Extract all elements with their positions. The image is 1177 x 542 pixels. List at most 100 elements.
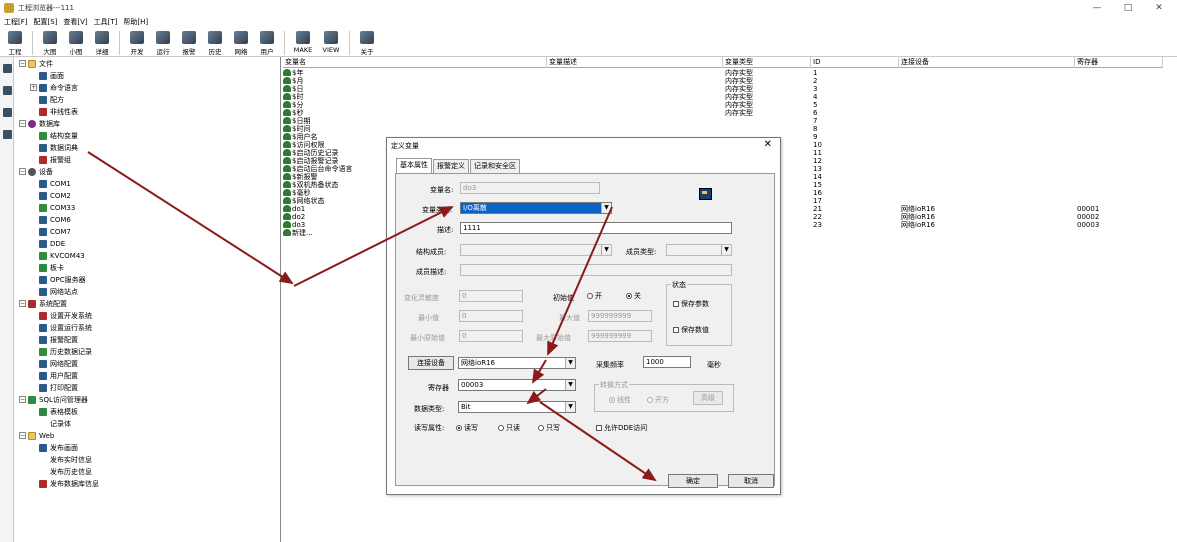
- table-row[interactable]: $秒 内存实型 6: [283, 109, 1163, 117]
- var-type-select[interactable]: I/O离散 ▼: [460, 202, 612, 214]
- tab-alarm[interactable]: 报警定义: [433, 159, 469, 173]
- table-row[interactable]: $日期 7: [283, 117, 1163, 125]
- init-on-radio[interactable]: 开: [587, 291, 602, 301]
- tree-item-device[interactable]: 网络站点: [39, 287, 78, 296]
- tree-item-alarm-group[interactable]: 报警组: [39, 155, 71, 164]
- toolbar-details-button[interactable]: 详细: [89, 29, 115, 56]
- tree-item-sql[interactable]: 记录体: [39, 419, 71, 428]
- min-raw-field[interactable]: 0: [459, 330, 523, 342]
- tree-item-device[interactable]: COM2: [39, 191, 71, 200]
- tree-item-device[interactable]: COM6: [39, 215, 71, 224]
- column-header-register[interactable]: 寄存器: [1075, 57, 1163, 68]
- tree-item-web[interactable]: 发布数据库信息: [39, 479, 99, 488]
- linear-radio[interactable]: 线性: [609, 395, 631, 405]
- wo-radio[interactable]: 只写: [538, 423, 560, 433]
- tree-item-command[interactable]: + 命令语言: [30, 83, 78, 92]
- tree-item-config[interactable]: 历史数据记录: [39, 347, 92, 356]
- table-row[interactable]: $年 内存实型 1: [283, 69, 1163, 77]
- tree-item-device[interactable]: COM1: [39, 179, 71, 188]
- table-row[interactable]: $时 内存实型 4: [283, 93, 1163, 101]
- collapse-icon[interactable]: −: [19, 300, 26, 307]
- tree-item-config[interactable]: 网络配置: [39, 359, 78, 368]
- tree-item-web[interactable]: 发布画面: [39, 443, 78, 452]
- toolbar-history-button[interactable]: 历史: [202, 29, 228, 56]
- toolbar-develop-button[interactable]: 开发: [124, 29, 150, 56]
- menu-tools[interactable]: 工具[T]: [94, 17, 118, 27]
- collapse-icon[interactable]: −: [19, 396, 26, 403]
- member-desc-field[interactable]: [460, 264, 732, 276]
- minimize-button[interactable]: —: [1085, 0, 1109, 16]
- collapse-icon[interactable]: −: [19, 168, 26, 175]
- variable-browser-icon[interactable]: [699, 188, 712, 200]
- connect-device-select[interactable]: 网络ioR16 ▼: [458, 357, 576, 369]
- tree-node-device[interactable]: − 设备: [19, 167, 53, 176]
- column-header-type[interactable]: 变量类型: [723, 57, 811, 68]
- tree-item-data-dict[interactable]: 数据词典: [39, 143, 78, 152]
- min-field[interactable]: 0: [459, 310, 523, 322]
- tree-node-sql[interactable]: − SQL访问管理器: [19, 395, 88, 404]
- tab-record-security[interactable]: 记录和安全区: [470, 159, 520, 173]
- ok-button[interactable]: 确定: [668, 474, 718, 488]
- connect-device-button[interactable]: 连接设备: [408, 356, 454, 370]
- side-tab-system[interactable]: [0, 57, 14, 79]
- tree-item-device[interactable]: COM33: [39, 203, 75, 212]
- member-type-select[interactable]: ▼: [666, 244, 732, 256]
- register-combo[interactable]: 00003 ▼: [458, 379, 576, 391]
- desc-field[interactable]: 1111: [460, 222, 732, 234]
- dialog-close-button[interactable]: ✕: [764, 139, 772, 150]
- side-tab-screens[interactable]: [0, 123, 14, 145]
- table-row[interactable]: $时间 8: [283, 125, 1163, 133]
- close-button[interactable]: ✕: [1147, 0, 1171, 16]
- tree-item-config[interactable]: 用户配置: [39, 371, 78, 380]
- toolbar-about-button[interactable]: 关于: [354, 29, 380, 56]
- cancel-button[interactable]: 取消: [728, 474, 774, 488]
- save-param-checkbox[interactable]: 保存参数: [673, 299, 709, 309]
- tree-item-web[interactable]: 发布历史信息: [39, 467, 92, 476]
- column-header-name[interactable]: 变量名: [283, 57, 547, 68]
- tab-basic[interactable]: 基本属性: [396, 158, 432, 173]
- column-header-desc[interactable]: 变量描述: [547, 57, 723, 68]
- init-off-radio[interactable]: 关: [626, 291, 641, 301]
- allow-dde-checkbox[interactable]: 允许DDE访问: [596, 423, 647, 433]
- table-row[interactable]: $日 内存实型 3: [283, 85, 1163, 93]
- column-header-device[interactable]: 连接设备: [899, 57, 1075, 68]
- expand-icon[interactable]: +: [30, 84, 37, 91]
- max-raw-field[interactable]: 999999999: [588, 330, 652, 342]
- tree-node-system-config[interactable]: − 系统配置: [19, 299, 67, 308]
- side-tab-variables[interactable]: [0, 79, 14, 101]
- menu-view[interactable]: 查看[V]: [63, 17, 87, 27]
- sqrt-radio[interactable]: 开方: [647, 395, 669, 405]
- toolbar-small-icons-button[interactable]: 小图: [63, 29, 89, 56]
- max-field[interactable]: 999999999: [588, 310, 652, 322]
- tree-node-web[interactable]: − Web: [19, 431, 54, 440]
- tree-item-config[interactable]: 报警配置: [39, 335, 78, 344]
- menu-file[interactable]: 工程[F]: [4, 17, 28, 27]
- ro-radio[interactable]: 只读: [498, 423, 520, 433]
- maximize-button[interactable]: □: [1116, 0, 1140, 16]
- data-type-select[interactable]: Bit ▼: [458, 401, 576, 413]
- advanced-button[interactable]: 高级: [693, 391, 723, 405]
- freq-field[interactable]: 1000: [643, 356, 691, 368]
- tree-item-nonlinear[interactable]: 非线性表: [39, 107, 78, 116]
- tree-item-device[interactable]: KVCOM43: [39, 251, 85, 260]
- collapse-icon[interactable]: −: [19, 120, 26, 127]
- toolbar-run-button[interactable]: 运行: [150, 29, 176, 56]
- toolbar-large-icons-button[interactable]: 大图: [37, 29, 63, 56]
- toolbar-user-button[interactable]: 用户: [254, 29, 280, 56]
- collapse-icon[interactable]: −: [19, 60, 26, 67]
- tree-item-device[interactable]: DDE: [39, 239, 65, 248]
- tree-item-recipe[interactable]: 配方: [39, 95, 64, 104]
- tree-item-struct-var[interactable]: 结构变量: [39, 131, 78, 140]
- menu-config[interactable]: 配置[S]: [34, 17, 58, 27]
- column-header-id[interactable]: ID: [811, 57, 899, 68]
- tree-node-database[interactable]: − 数据库: [19, 119, 60, 128]
- change-sens-field[interactable]: 0: [459, 290, 523, 302]
- tree-item-device[interactable]: COM7: [39, 227, 71, 236]
- struct-member-select[interactable]: ▼: [460, 244, 612, 256]
- tree-item-device[interactable]: OPC服务器: [39, 275, 86, 284]
- table-row[interactable]: $分 内存实型 5: [283, 101, 1163, 109]
- tree-item-config[interactable]: 打印配置: [39, 383, 78, 392]
- side-tab-stations[interactable]: [0, 101, 14, 123]
- toolbar-make-button[interactable]: MAKE: [289, 29, 317, 56]
- menu-help[interactable]: 帮助[H]: [123, 17, 148, 27]
